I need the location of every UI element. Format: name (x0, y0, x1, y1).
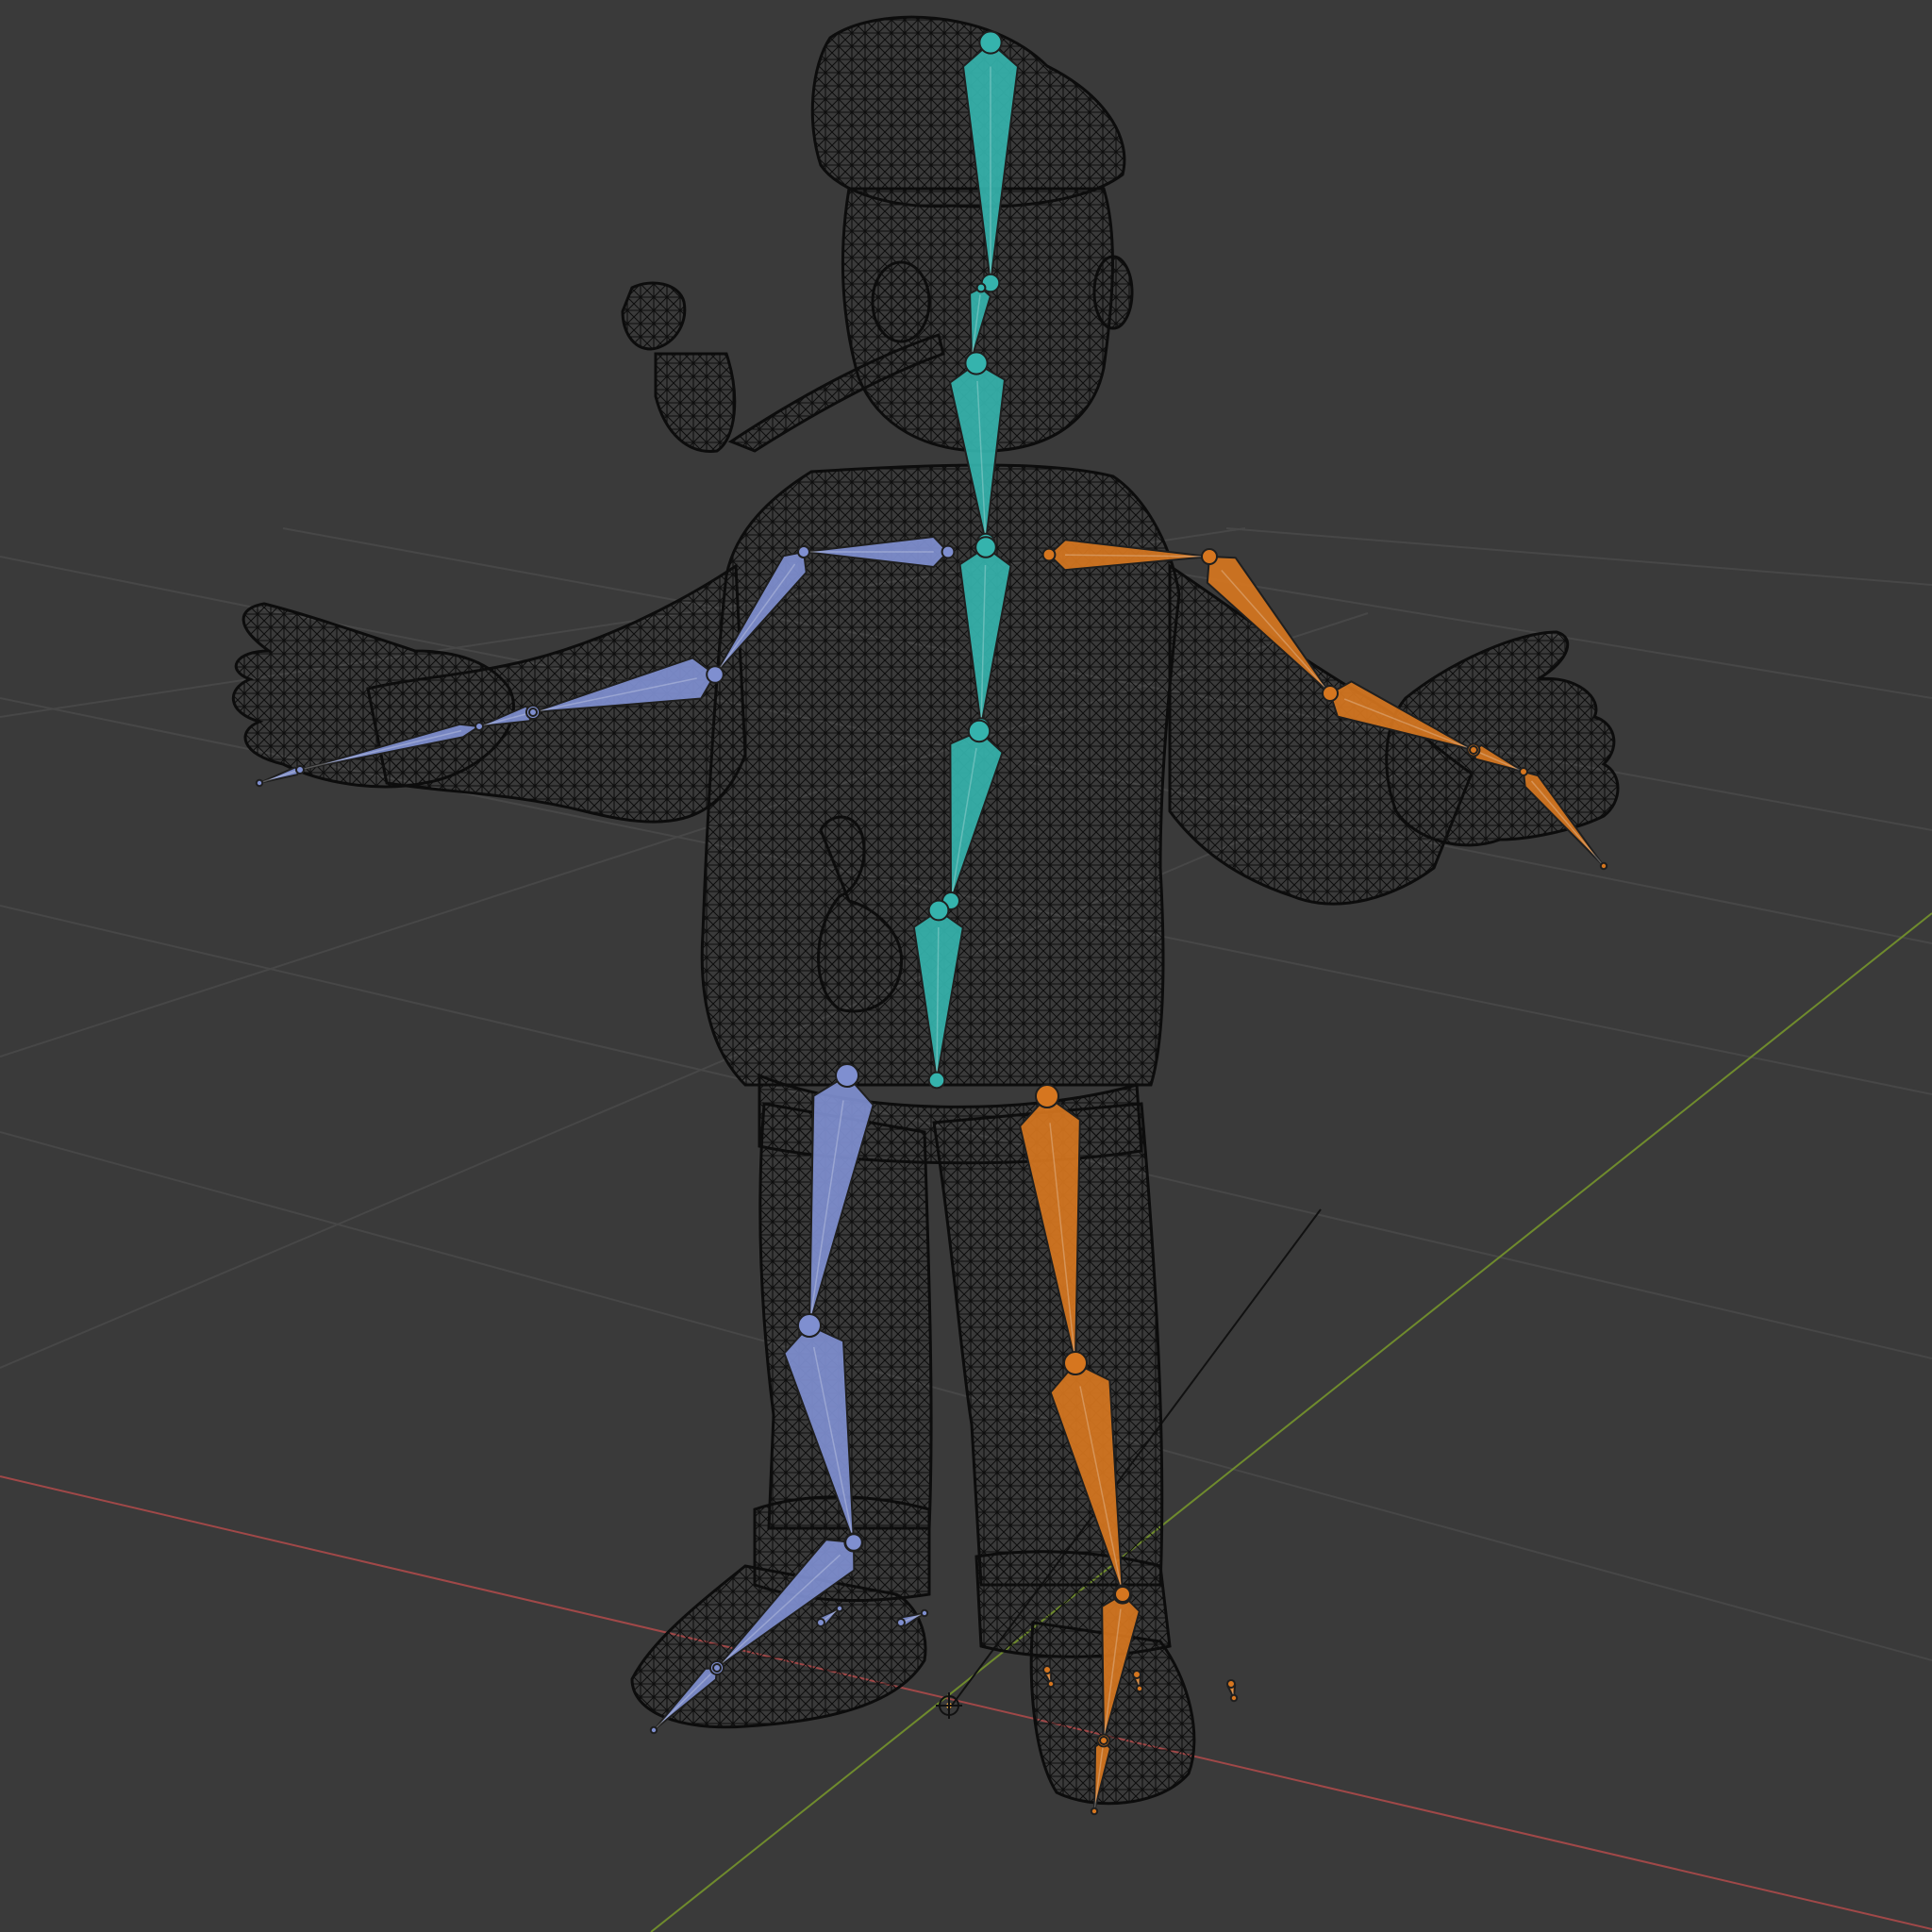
grid-line (1225, 527, 1932, 586)
bone-joint[interactable] (475, 722, 484, 731)
3d-viewport[interactable] (0, 0, 1932, 1932)
bone-joint[interactable] (649, 1725, 658, 1735)
bone-joint[interactable] (1519, 767, 1528, 776)
bone-joint[interactable] (896, 1618, 906, 1627)
mesh-pipe-bowl[interactable] (654, 352, 737, 453)
bone-joint[interactable] (835, 1604, 844, 1613)
mesh-ear-left[interactable] (871, 260, 931, 343)
bone-joint[interactable] (1090, 1807, 1099, 1816)
bone-joint[interactable] (1132, 1670, 1141, 1679)
bone-joint[interactable] (927, 899, 950, 922)
mesh-ear-right[interactable] (1092, 255, 1134, 330)
bone-joint[interactable] (1469, 745, 1478, 755)
bone-joint[interactable] (941, 544, 956, 559)
bone-joint[interactable] (1063, 1351, 1088, 1375)
bone-joint[interactable] (528, 708, 538, 717)
bone-joint[interactable] (964, 351, 989, 375)
bone-joint[interactable] (816, 1618, 825, 1627)
bone-joint[interactable] (1035, 1084, 1059, 1108)
bone-joint[interactable] (1099, 1736, 1108, 1745)
bone-joint[interactable] (927, 1071, 946, 1090)
bone-joint[interactable] (1201, 548, 1218, 565)
bone-joint[interactable] (1229, 1693, 1239, 1703)
bone-joint[interactable] (1322, 685, 1339, 702)
bone-joint[interactable] (797, 545, 810, 558)
bone-joint[interactable] (844, 1533, 863, 1552)
bone-joint[interactable] (978, 30, 1003, 55)
bone-joint[interactable] (797, 1313, 822, 1338)
bone-joint[interactable] (295, 765, 305, 774)
bone-joint[interactable] (920, 1608, 929, 1618)
bone-joint[interactable] (1042, 1665, 1052, 1674)
mesh-hand-right[interactable] (1385, 630, 1620, 847)
bone-joint[interactable] (1135, 1684, 1144, 1693)
mesh-pipe-smoke[interactable] (621, 281, 687, 351)
bone-joint[interactable] (975, 282, 987, 293)
bone-joint[interactable] (1046, 1679, 1056, 1689)
bone-joint[interactable] (1114, 1586, 1131, 1603)
bone-joint[interactable] (255, 778, 264, 788)
bone-joint[interactable] (1599, 861, 1608, 871)
bone-joint[interactable] (1226, 1679, 1236, 1689)
bone-joint[interactable] (967, 719, 991, 743)
character-wireframe-mesh[interactable] (232, 15, 1620, 1806)
bone-joint[interactable] (974, 536, 997, 558)
viewport-scene[interactable] (0, 0, 1932, 1932)
x-axis-line (0, 1475, 1932, 1930)
bone-joint[interactable] (706, 665, 724, 684)
bone-joint[interactable] (835, 1063, 859, 1088)
bone-joint[interactable] (712, 1663, 722, 1673)
bone-joint[interactable] (1041, 547, 1057, 562)
